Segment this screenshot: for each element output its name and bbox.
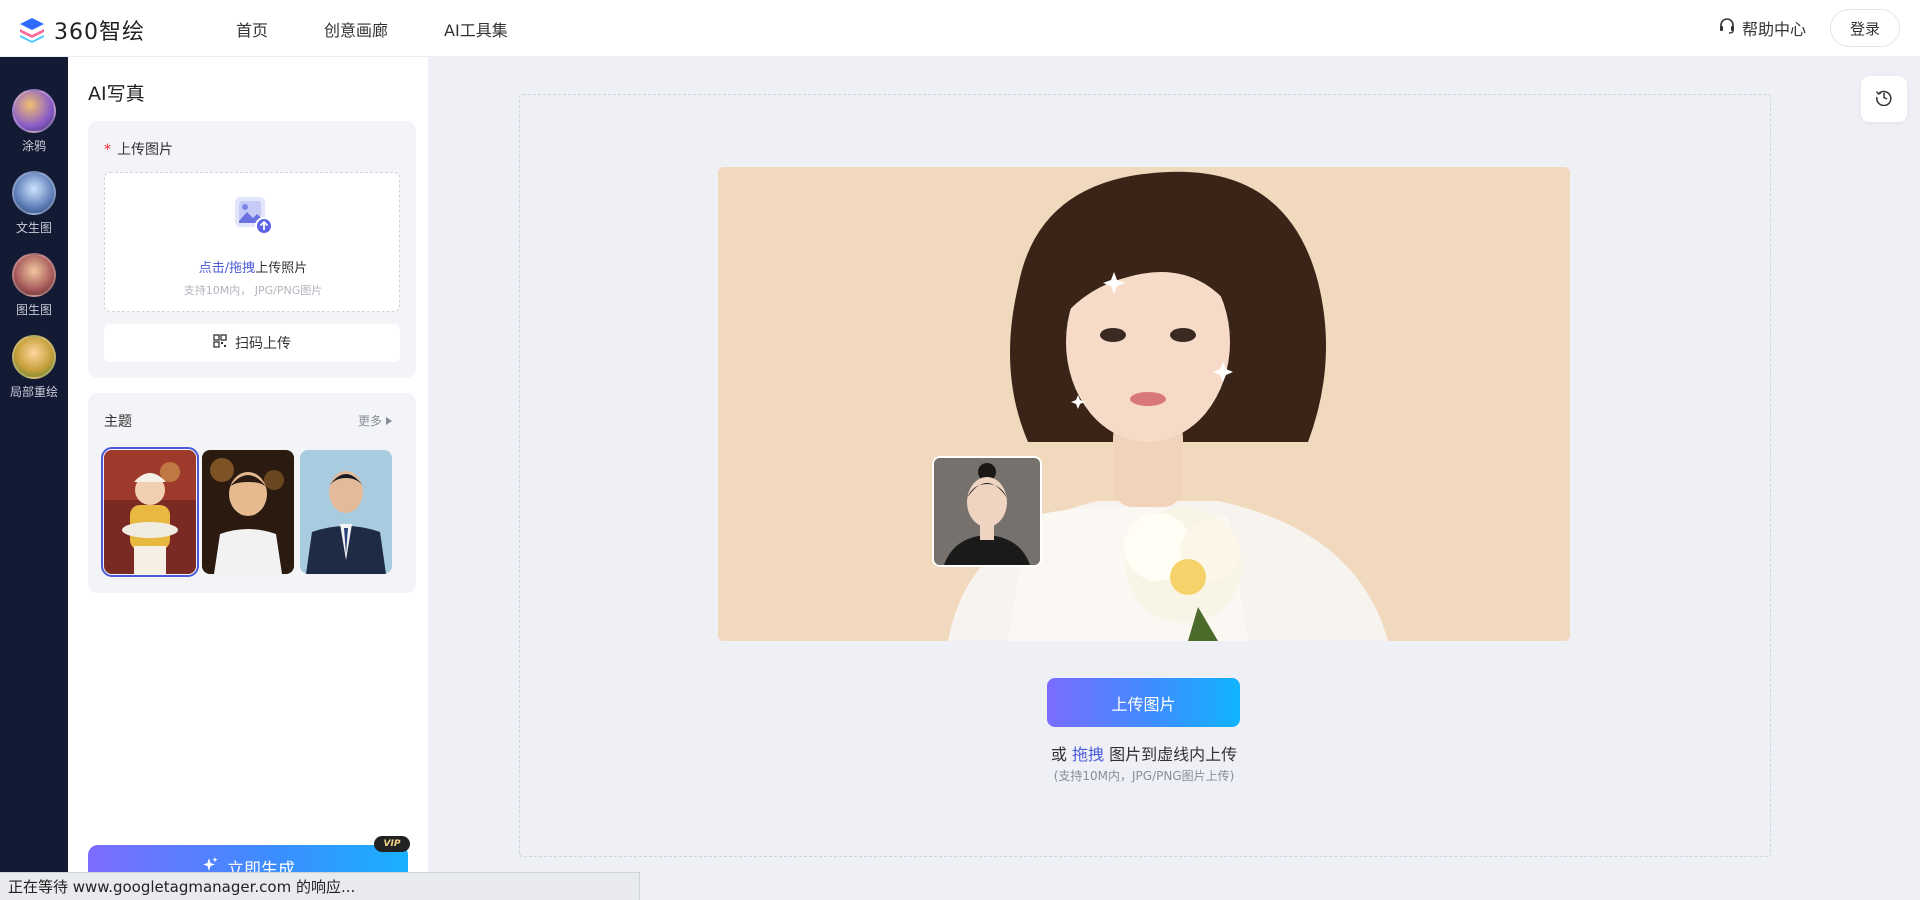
more-label: 更多 <box>358 414 383 428</box>
dropzone-text: 点击/拖拽上传照片 <box>105 257 401 276</box>
image-upload-icon <box>233 195 273 235</box>
theme-card: 主题 更多 <box>88 393 416 593</box>
logo-icon <box>18 16 46 44</box>
main-nav: 首页 创意画廊 AI工具集 <box>236 0 508 57</box>
logo[interactable]: 360智绘 <box>18 14 145 46</box>
login-button[interactable]: 登录 <box>1830 9 1900 47</box>
side-panel: AI写真 * 上传图片 点击/拖拽上传照片 支持10M内， JPG/PNG图片 <box>68 57 428 900</box>
qr-code-icon <box>213 334 227 352</box>
scan-upload-button[interactable]: 扫码上传 <box>104 324 400 362</box>
scan-upload-label: 扫码上传 <box>235 336 291 352</box>
preview-image <box>718 167 1570 641</box>
headset-icon <box>1718 17 1736 39</box>
caret-right-icon <box>386 414 393 428</box>
doodle-avatar <box>12 89 56 133</box>
image-to-image-avatar <box>12 253 56 297</box>
theme-thumb-man[interactable] <box>300 450 392 574</box>
help-center-label: 帮助中心 <box>1742 20 1807 39</box>
inpaint-avatar <box>12 335 56 379</box>
upload-dropzone[interactable]: 点击/拖拽上传照片 支持10M内， JPG/PNG图片 <box>104 172 400 312</box>
upload-label: * 上传图片 <box>104 139 173 159</box>
panel-title: AI写真 <box>88 83 145 105</box>
upload-label-text: 上传图片 <box>117 142 173 158</box>
browser-status-bar: 正在等待 www.googletagmanager.com 的响应... <box>0 872 640 900</box>
required-mark: * <box>104 142 111 158</box>
hint-drag-link[interactable]: 拖拽 <box>1072 745 1104 764</box>
rail-item-text-to-image[interactable]: 文生图 <box>0 171 68 236</box>
upload-card: * 上传图片 点击/拖拽上传照片 支持10M内， JPG/PNG图片 扫码上传 <box>88 121 416 378</box>
rail-label-doodle: 涂鸦 <box>21 139 46 153</box>
text-to-image-avatar <box>12 171 56 215</box>
theme-title: 主题 <box>104 414 132 430</box>
rail-item-doodle[interactable]: 涂鸦 <box>0 89 68 154</box>
upload-image-button[interactable]: 上传图片 <box>1047 678 1240 727</box>
rail-item-inpaint[interactable]: 局部重绘 <box>0 335 68 400</box>
theme-thumb-child[interactable] <box>101 447 199 577</box>
more-themes-link[interactable]: 更多 <box>358 412 393 429</box>
rail-label-image-to-image: 图生图 <box>15 303 52 317</box>
history-button[interactable] <box>1861 76 1907 122</box>
logo-text: 360智绘 <box>54 20 145 45</box>
nav-ai-tools[interactable]: AI工具集 <box>444 17 508 41</box>
dropzone-hint: 支持10M内， JPG/PNG图片 <box>183 284 323 297</box>
rail-item-image-to-image[interactable]: 图生图 <box>0 253 68 318</box>
rail-label-text-to-image: 文生图 <box>15 221 52 235</box>
hint-suffix: 图片到虚线内上传 <box>1109 745 1238 764</box>
nav-gallery[interactable]: 创意画廊 <box>324 17 388 41</box>
theme-thumb-boy[interactable] <box>202 450 294 574</box>
rail-label-inpaint: 局部重绘 <box>9 385 58 399</box>
top-header: 360智绘 首页 创意画廊 AI工具集 帮助中心 登录 <box>0 0 1920 57</box>
hint-prefix: 或 <box>1050 745 1067 764</box>
source-face-thumbnail <box>932 456 1042 567</box>
nav-home[interactable]: 首页 <box>236 17 268 41</box>
vip-badge: VIP <box>374 836 410 852</box>
dropzone-link[interactable]: 点击/拖拽 <box>199 261 255 276</box>
history-clock-icon <box>1875 88 1893 110</box>
dropzone-text-suffix: 上传照片 <box>255 261 308 276</box>
tool-rail: 涂鸦 文生图 图生图 局部重绘 <box>0 57 68 900</box>
help-center-link[interactable]: 帮助中心 <box>1718 16 1806 40</box>
upload-hint: 或 拖拽 图片到虚线内上传 <box>944 741 1344 765</box>
upload-hint-sub: (支持10M内，JPG/PNG图片上传) <box>1053 769 1235 783</box>
